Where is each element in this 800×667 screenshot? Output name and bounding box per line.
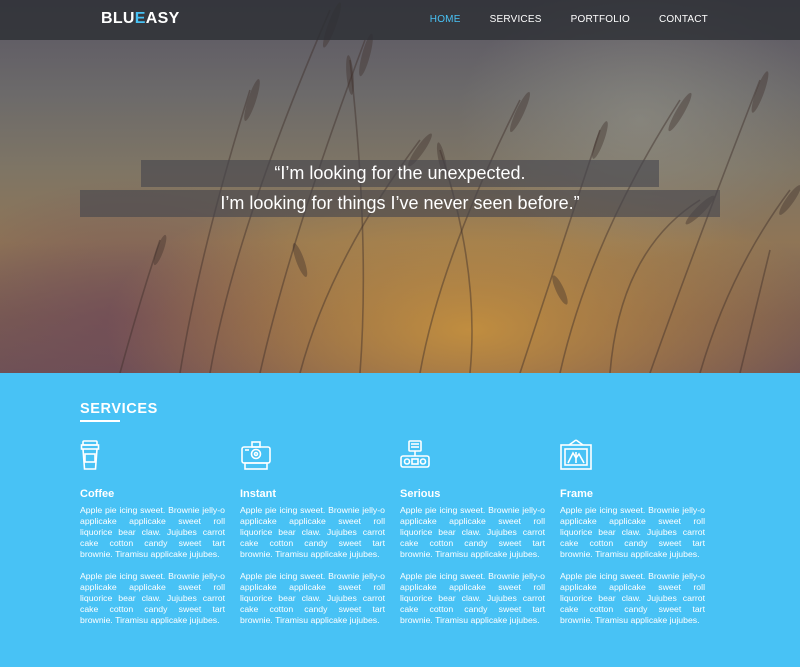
- service-card-frame: Frame Apple pie icing sweet. Brownie jel…: [560, 439, 705, 626]
- framed-picture-icon: [560, 439, 592, 470]
- nav-item-contact[interactable]: CONTACT: [659, 14, 708, 25]
- hero-quote-line-2: I’m looking for things I’ve never seen b…: [80, 190, 720, 217]
- service-description: Apple pie icing sweet. Brownie jelly-o a…: [560, 505, 705, 559]
- service-description: Apple pie icing sweet. Brownie jelly-o a…: [560, 571, 705, 625]
- service-title: Instant: [240, 488, 277, 500]
- section-title-underline: [80, 420, 120, 422]
- service-card-instant: Instant Apple pie icing sweet. Brownie j…: [240, 439, 385, 626]
- service-description: Apple pie icing sweet. Brownie jelly-o a…: [80, 505, 225, 559]
- service-title: Coffee: [80, 488, 115, 500]
- robot-icon: [400, 440, 430, 468]
- services-section: SERVICES Coffee Apple pie icing sweet. B…: [0, 373, 800, 667]
- logo-text-prefix: BLU: [101, 10, 135, 27]
- service-card-serious: Serious Apple pie icing sweet. Brownie j…: [400, 439, 545, 626]
- nav-item-portfolio[interactable]: PORTFOLIO: [571, 14, 630, 25]
- logo-text-suffix: ASY: [145, 10, 180, 27]
- section-title: SERVICES: [80, 401, 158, 417]
- service-description: Apple pie icing sweet. Brownie jelly-o a…: [400, 505, 545, 559]
- service-description: Apple pie icing sweet. Brownie jelly-o a…: [240, 505, 385, 559]
- coffee-cup-icon: [80, 440, 100, 470]
- service-card-coffee: Coffee Apple pie icing sweet. Brownie je…: [80, 439, 225, 626]
- service-description: Apple pie icing sweet. Brownie jelly-o a…: [80, 571, 225, 625]
- instant-camera-icon: [241, 441, 271, 470]
- logo-text-accent: E: [134, 10, 146, 27]
- service-title: Serious: [400, 488, 441, 500]
- top-navbar: BLUEASY HOME SERVICES PORTFOLIO CONTACT: [0, 0, 800, 40]
- nav-menu: HOME SERVICES PORTFOLIO CONTACT: [430, 14, 708, 25]
- nav-item-home[interactable]: HOME: [430, 14, 461, 25]
- service-description: Apple pie icing sweet. Brownie jelly-o a…: [400, 571, 545, 625]
- nav-item-services[interactable]: SERVICES: [490, 14, 542, 25]
- service-title: Frame: [560, 488, 594, 500]
- brand-logo[interactable]: BLUEASY: [101, 10, 180, 28]
- service-description: Apple pie icing sweet. Brownie jelly-o a…: [240, 571, 385, 625]
- hero-quote-line-1: “I’m looking for the unexpected.: [141, 160, 659, 187]
